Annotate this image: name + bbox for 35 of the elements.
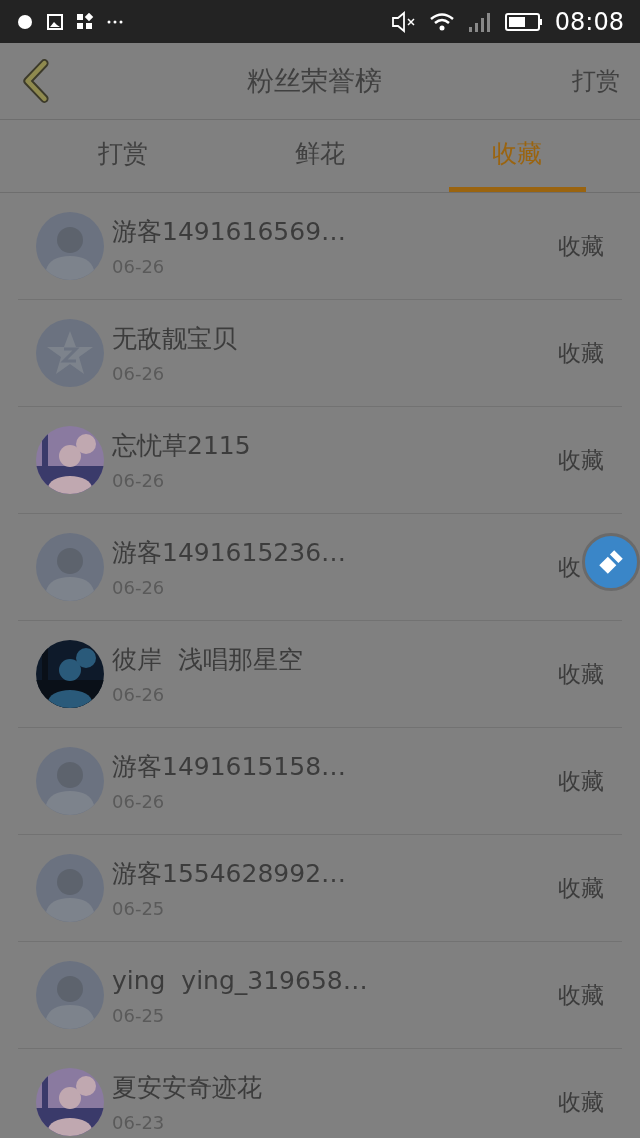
avatar-icon [36, 854, 104, 922]
fan-name: ying ying_319658… [112, 964, 369, 997]
gift-type: 收 [558, 552, 582, 582]
wifi-icon [428, 11, 455, 32]
avatar-icon [36, 533, 104, 601]
fan-name: 忘忧草2115 [112, 429, 252, 462]
gift-type: 收藏 [558, 873, 605, 903]
reward-button[interactable]: 打赏 [572, 63, 624, 99]
fan-name: 游客1491615236… [112, 536, 348, 569]
signal-icon [466, 10, 493, 33]
fan-name: 无敌靓宝贝 [112, 322, 238, 355]
battery-icon [504, 11, 543, 32]
image-icon [46, 12, 64, 31]
gift-type: 收藏 [558, 1087, 605, 1117]
fan-name: 彼岸 浅唱那星空 [112, 643, 304, 676]
avatar-icon [36, 747, 104, 815]
clock: 08:08 [554, 6, 624, 38]
avatar-icon [36, 212, 104, 280]
gift-type: 收藏 [558, 766, 605, 796]
fan-name: 游客1491616569… [112, 215, 348, 248]
more-icon [106, 18, 124, 25]
tab[interactable]: 打赏 [54, 120, 192, 192]
apps-icon [76, 12, 94, 31]
gift-type: 收藏 [558, 231, 605, 261]
gift-type: 收藏 [558, 659, 605, 689]
fan-name: 游客1491615158… [112, 750, 348, 783]
mute-icon [390, 10, 417, 33]
gift-type: 收藏 [558, 338, 605, 368]
fan-name: 游客1554628992… [112, 857, 348, 890]
gift-type: 收藏 [558, 980, 605, 1010]
page-title: 粉丝荣誉榜 [246, 63, 382, 98]
avatar-icon [36, 961, 104, 1029]
fan-name: 夏安安奇迹花 [112, 1071, 263, 1104]
tab[interactable]: 鲜花 [251, 120, 389, 192]
gift-type: 收藏 [558, 445, 605, 475]
